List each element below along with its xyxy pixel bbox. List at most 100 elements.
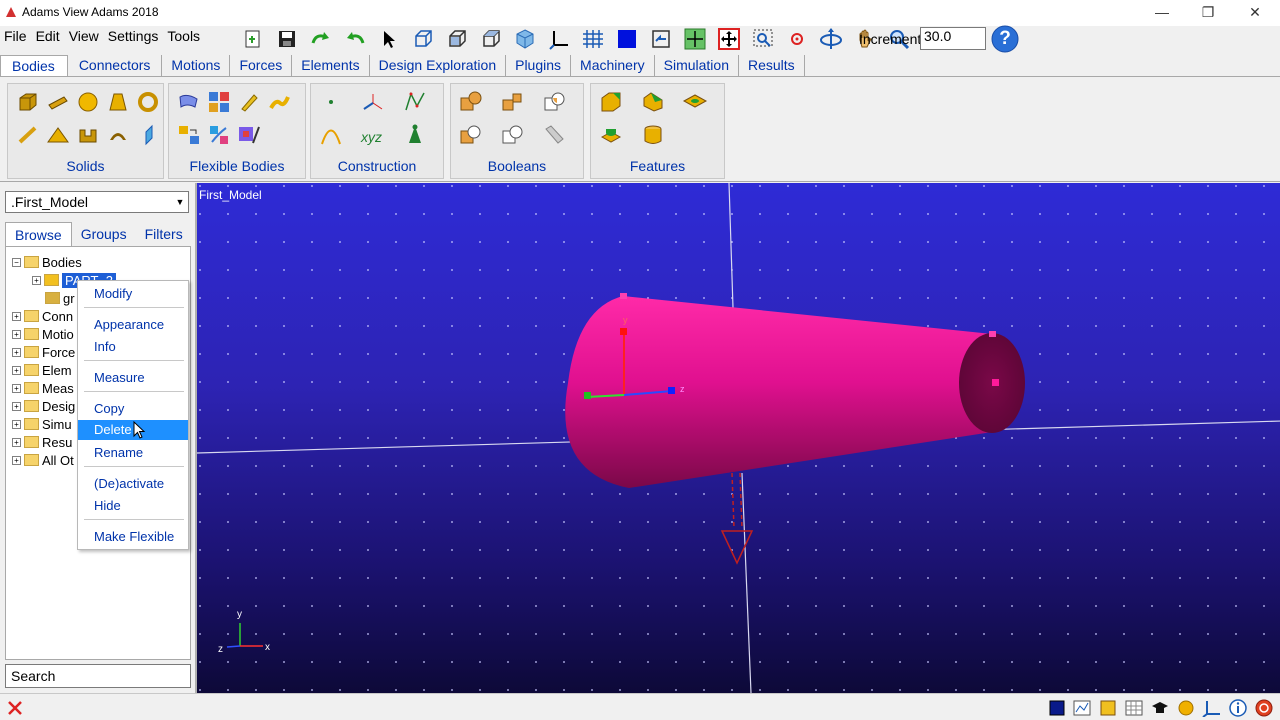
transparency-icon[interactable]: [648, 27, 674, 51]
increment-input[interactable]: 30.0: [920, 27, 986, 50]
search-input[interactable]: Search: [5, 664, 191, 688]
flex-swap-icon[interactable]: [175, 121, 203, 149]
grid-icon[interactable]: [580, 27, 606, 51]
table-icon[interactable]: [1124, 699, 1144, 717]
frustum-icon[interactable]: [104, 88, 132, 116]
tree-node-design[interactable]: + Desig: [12, 397, 75, 415]
expand-icon[interactable]: +: [12, 311, 21, 321]
center-icon[interactable]: [784, 27, 810, 51]
new-model-icon[interactable]: [240, 27, 266, 51]
feature-shell-icon[interactable]: [639, 121, 667, 149]
menu-item-modify[interactable]: Modify: [78, 284, 188, 303]
menu-item-info[interactable]: Info: [78, 337, 188, 356]
expand-icon[interactable]: +: [12, 401, 21, 411]
tab-forces[interactable]: Forces: [230, 55, 293, 76]
arc-icon[interactable]: [317, 121, 345, 149]
tab-simulation[interactable]: Simulation: [655, 55, 739, 76]
flex-curve-icon[interactable]: [265, 88, 293, 116]
boolean-split-icon[interactable]: [499, 121, 527, 149]
undo-icon[interactable]: [342, 27, 368, 51]
graduation-cap-icon[interactable]: [1150, 699, 1170, 717]
extrusion-icon[interactable]: [74, 121, 102, 149]
tree-node-results[interactable]: + Resu: [12, 433, 72, 451]
expand-icon[interactable]: +: [12, 347, 21, 357]
menu-view[interactable]: View: [65, 26, 104, 48]
tab-browse[interactable]: Browse: [5, 222, 72, 246]
point-icon[interactable]: [317, 88, 345, 116]
menu-item-appearance[interactable]: Appearance: [78, 315, 188, 334]
expand-icon[interactable]: +: [12, 437, 21, 447]
collapse-icon[interactable]: −: [12, 257, 21, 267]
menu-file[interactable]: File: [0, 26, 32, 48]
marker-icon[interactable]: [359, 88, 387, 116]
plot-icon[interactable]: [1072, 699, 1092, 717]
tree-node-connectors[interactable]: + Conn: [12, 307, 73, 325]
view-front-icon[interactable]: [410, 27, 436, 51]
view-top-icon[interactable]: [478, 27, 504, 51]
tab-plugins[interactable]: Plugins: [506, 55, 572, 76]
tree-node-ground[interactable]: gr: [45, 289, 75, 307]
tree-node-elements[interactable]: + Elem: [12, 361, 72, 379]
redo-icon[interactable]: [308, 27, 334, 51]
tree-node-measures[interactable]: + Meas: [12, 379, 74, 397]
box-icon[interactable]: [14, 88, 42, 116]
menu-item-hide[interactable]: Hide: [78, 496, 188, 515]
view-iso-icon[interactable]: [512, 27, 538, 51]
revolution-icon[interactable]: [104, 121, 132, 149]
zoom-box-icon[interactable]: [716, 27, 742, 51]
3d-viewport[interactable]: z y y x z First_Model: [195, 183, 1280, 693]
torus-icon[interactable]: [134, 88, 162, 116]
menu-item-rename[interactable]: Rename: [78, 443, 188, 462]
polyline-icon[interactable]: [401, 88, 429, 116]
boolean-merge-icon[interactable]: [499, 88, 527, 116]
expand-icon[interactable]: +: [12, 419, 21, 429]
feature-chamfer-icon[interactable]: [597, 88, 625, 116]
tab-groups[interactable]: Groups: [72, 222, 136, 246]
xyz-icon[interactable]: xyz: [359, 121, 387, 149]
flex-viewfe-icon[interactable]: [235, 121, 263, 149]
menu-item-copy[interactable]: Copy: [78, 399, 188, 418]
boolean-union-icon[interactable]: [457, 88, 485, 116]
spline-icon[interactable]: [401, 121, 429, 149]
notes-icon[interactable]: [1098, 699, 1118, 717]
tab-elements[interactable]: Elements: [292, 55, 370, 76]
view-side-icon[interactable]: [444, 27, 470, 51]
tab-connectors[interactable]: Connectors: [68, 55, 163, 76]
tree-node-simulations[interactable]: + Simu: [12, 415, 72, 433]
stop-sim-icon[interactable]: [1254, 699, 1274, 717]
feature-boss-icon[interactable]: [597, 121, 625, 149]
sphere-icon[interactable]: [74, 88, 102, 116]
info-icon[interactable]: [1228, 699, 1248, 717]
close-button[interactable]: ✕: [1232, 0, 1278, 26]
model-color-icon[interactable]: [1047, 699, 1067, 717]
cylinder-icon[interactable]: [44, 88, 72, 116]
expand-icon[interactable]: +: [12, 329, 21, 339]
menu-settings[interactable]: Settings: [104, 26, 164, 48]
tab-filters[interactable]: Filters: [136, 222, 192, 246]
coordinate-triad-icon[interactable]: [546, 27, 572, 51]
render-mode-icon[interactable]: [614, 27, 640, 51]
tab-motions[interactable]: Motions: [162, 55, 231, 76]
flex-mesh-icon[interactable]: [205, 121, 233, 149]
menu-tools[interactable]: Tools: [163, 26, 205, 48]
tree-node-bodies[interactable]: − Bodies: [12, 253, 82, 271]
tab-design-exploration[interactable]: Design Exploration: [370, 55, 507, 76]
help-button[interactable]: ?: [990, 25, 1020, 53]
boolean-intersect-icon[interactable]: [541, 88, 569, 116]
tree-node-all-other[interactable]: + All Ot: [12, 451, 74, 469]
expand-icon[interactable]: +: [12, 365, 21, 375]
plate-icon[interactable]: [44, 121, 72, 149]
expand-icon[interactable]: +: [32, 275, 41, 285]
boolean-chain-icon[interactable]: [541, 121, 569, 149]
feature-hole-icon[interactable]: [681, 88, 709, 116]
plane-icon[interactable]: [134, 121, 162, 149]
boolean-cut-icon[interactable]: [457, 121, 485, 149]
axes-icon[interactable]: [1202, 699, 1222, 717]
tree-node-motions[interactable]: + Motio: [12, 325, 74, 343]
expand-icon[interactable]: +: [12, 455, 21, 465]
dropdown-arrow-icon[interactable]: ▼: [172, 192, 188, 212]
light-icon[interactable]: [1176, 699, 1196, 717]
menu-item-measure[interactable]: Measure: [78, 368, 188, 387]
save-icon[interactable]: [274, 27, 300, 51]
expand-icon[interactable]: +: [12, 383, 21, 393]
